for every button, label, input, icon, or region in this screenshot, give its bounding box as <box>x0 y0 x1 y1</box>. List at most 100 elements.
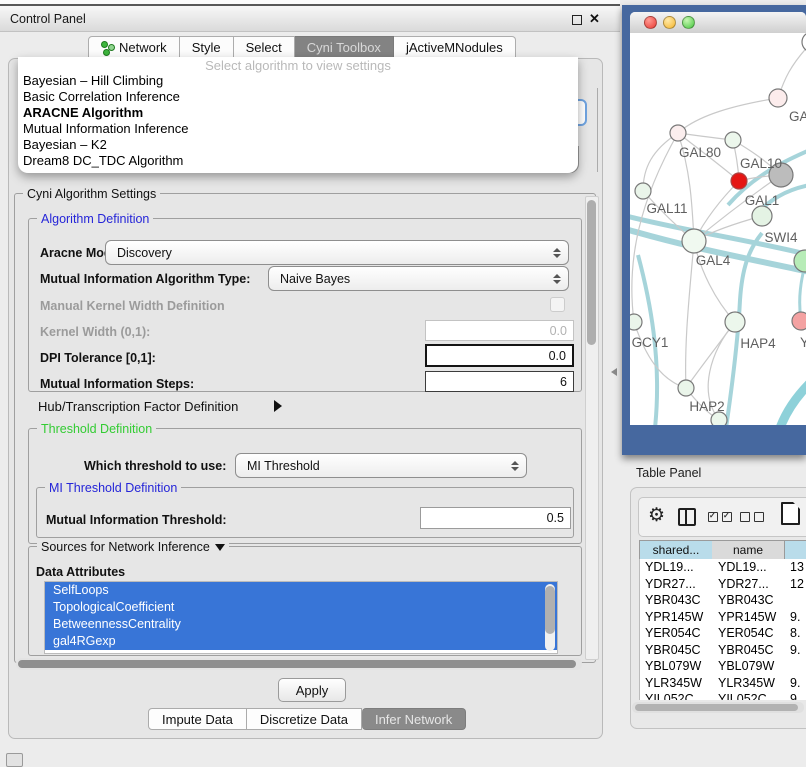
aracne-mode-select[interactable]: Discovery <box>105 240 569 265</box>
panel-grip-icon[interactable] <box>6 753 23 767</box>
unchecked-checkbox-icon[interactable] <box>740 512 750 522</box>
cell-shared-name: YLR345W <box>640 676 713 690</box>
table-row[interactable]: YDL19... YDL19... 13 <box>640 559 806 576</box>
scrollbar-thumb[interactable] <box>18 660 576 668</box>
dropdown-item-aracne[interactable]: ARACNE Algorithm <box>18 105 578 121</box>
mi-type-select[interactable]: Naive Bayes <box>268 266 569 291</box>
sources-title-text: Sources for Network Inference <box>41 540 210 554</box>
cell-name: YIL052C <box>713 692 786 700</box>
table-horizontal-scrollbar[interactable] <box>632 702 804 713</box>
cyni-settings-group-title: Cyni Algorithm Settings <box>23 187 160 201</box>
tab-impute-data[interactable]: Impute Data <box>148 708 247 730</box>
sources-group-title[interactable]: Sources for Network Inference <box>37 540 229 554</box>
attributes-scrollbar[interactable] <box>545 584 555 651</box>
tab-style[interactable]: Style <box>180 36 234 59</box>
dropdown-item-mutual-information[interactable]: Mutual Information Inference <box>18 121 578 137</box>
node-pink-right[interactable] <box>792 312 806 330</box>
label-gal1: GAL1 <box>745 193 780 208</box>
cell-shared-name: YER054C <box>640 626 713 640</box>
settings-vertical-scrollbar[interactable] <box>585 196 599 660</box>
stepper-icon <box>552 274 561 284</box>
table-row[interactable]: YER054C YER054C 8. <box>640 625 806 642</box>
node-hap4[interactable] <box>725 312 745 332</box>
dpi-tolerance-value: 0.0 <box>549 349 566 363</box>
table-panel-title: Table Panel <box>636 466 701 480</box>
data-attributes-label: Data Attributes <box>36 565 125 579</box>
node-gal80[interactable] <box>670 125 686 141</box>
mi-threshold-field[interactable]: 0.5 <box>420 507 571 529</box>
list-item-topologicalcoefficient[interactable]: TopologicalCoefficient <box>45 599 557 616</box>
close-icon[interactable] <box>589 11 603 25</box>
kernel-width-value: 0.0 <box>550 324 567 338</box>
cell-shared-name: YDL19... <box>640 560 713 574</box>
label-gal-cut: GAL <box>789 109 806 124</box>
control-panel-title: Control Panel <box>10 12 86 26</box>
tab-network-label: Network <box>119 40 167 55</box>
column-header-label: shared... <box>653 543 700 557</box>
tab-select[interactable]: Select <box>234 36 295 59</box>
which-threshold-label: Which threshold to use: <box>84 459 226 473</box>
scrollbar-thumb[interactable] <box>587 200 596 345</box>
tab-discretize-data[interactable]: Discretize Data <box>247 708 362 730</box>
label-gcy1: GCY1 <box>632 335 669 350</box>
checked-checkbox-icon[interactable] <box>708 512 718 522</box>
data-attributes-list[interactable]: SelfLoops TopologicalCoefficient Between… <box>44 581 558 654</box>
tab-jactivemnodules[interactable]: jActiveMNodules <box>394 36 516 59</box>
hub-definition-label: Hub/Transcription Factor Definition <box>38 399 238 414</box>
scrollbar-thumb[interactable] <box>635 704 798 711</box>
dropdown-item-basic-correlation[interactable]: Basic Correlation Inference <box>18 89 578 105</box>
node-unlabeled-top[interactable] <box>802 33 806 52</box>
gear-icon[interactable] <box>648 504 665 527</box>
unchecked-checkbox-icon[interactable] <box>754 512 764 522</box>
node-gal1-selected[interactable] <box>731 173 747 189</box>
close-window-icon[interactable] <box>644 16 657 29</box>
network-canvas[interactable]: GAL GAL80 GAL10 GAL1 GAL11 SWI4 GAL4 GCY… <box>630 33 806 425</box>
apply-button-label: Apply <box>296 683 329 698</box>
threshold-definition-title: Threshold Definition <box>37 422 156 436</box>
split-view-icon[interactable] <box>678 508 696 526</box>
node-table[interactable]: YDL19... YDL19... 13 YDR27... YDR27... 1… <box>639 559 806 700</box>
node-hap2[interactable] <box>678 380 694 396</box>
column-header-cut[interactable] <box>785 540 806 560</box>
list-item-gal4rgexp[interactable]: gal4RGexp <box>45 633 557 650</box>
cell-name: YPR145W <box>713 610 786 624</box>
float-window-icon[interactable] <box>572 15 582 25</box>
expand-arrow-icon[interactable] <box>274 400 282 412</box>
table-row[interactable]: YBR043C YBR043C <box>640 592 806 609</box>
apply-button[interactable]: Apply <box>278 678 346 702</box>
list-item-selfloops[interactable]: SelfLoops <box>45 582 557 599</box>
node-gcy1[interactable] <box>630 314 642 330</box>
table-row[interactable]: YPR145W YPR145W 9. <box>640 609 806 626</box>
dropdown-item-dream8[interactable]: Dream8 DC_TDC Algorithm <box>18 153 578 169</box>
column-header-name[interactable]: name <box>712 540 785 560</box>
manual-kernel-checkbox[interactable] <box>550 297 565 312</box>
splitter-collapse-icon[interactable] <box>611 368 617 376</box>
checked-checkbox-icon[interactable] <box>722 512 732 522</box>
scrollbar-thumb[interactable] <box>545 586 555 634</box>
tab-cyni-toolbox[interactable]: Cyni Toolbox <box>295 36 394 59</box>
node-swi4[interactable] <box>752 206 772 226</box>
node-gal-cut[interactable] <box>769 89 787 107</box>
table-row[interactable]: YBL079W YBL079W <box>640 658 806 675</box>
table-row[interactable]: YBR045C YBR045C 9. <box>640 642 806 659</box>
tab-network[interactable]: Network <box>88 36 180 59</box>
node-gal11[interactable] <box>635 183 651 199</box>
document-icon[interactable] <box>781 502 800 525</box>
tab-infer-network[interactable]: Infer Network <box>362 708 466 730</box>
node-gal4[interactable] <box>682 229 706 253</box>
which-threshold-select[interactable]: MI Threshold <box>235 453 527 478</box>
minimize-window-icon[interactable] <box>663 16 676 29</box>
mi-steps-field[interactable]: 6 <box>425 371 574 392</box>
settings-horizontal-scrollbar[interactable] <box>16 658 582 670</box>
node-gal10[interactable] <box>725 132 741 148</box>
table-row[interactable]: YLR345W YLR345W 9. <box>640 675 806 692</box>
column-header-shared-name[interactable]: shared... <box>639 540 713 560</box>
cyni-bottom-tabbar: Impute Data Discretize Data Infer Networ… <box>148 708 466 730</box>
dropdown-item-bayesian-k2[interactable]: Bayesian – K2 <box>18 137 578 153</box>
dpi-tolerance-field[interactable]: 0.0 <box>425 344 574 367</box>
table-row[interactable]: YDR27... YDR27... 12 <box>640 576 806 593</box>
table-row[interactable]: YIL052C YIL052C 9 <box>640 691 806 700</box>
zoom-window-icon[interactable] <box>682 16 695 29</box>
list-item-betweennesscentrality[interactable]: BetweennessCentrality <box>45 616 557 633</box>
dropdown-item-bayesian-hill[interactable]: Bayesian – Hill Climbing <box>18 73 578 89</box>
